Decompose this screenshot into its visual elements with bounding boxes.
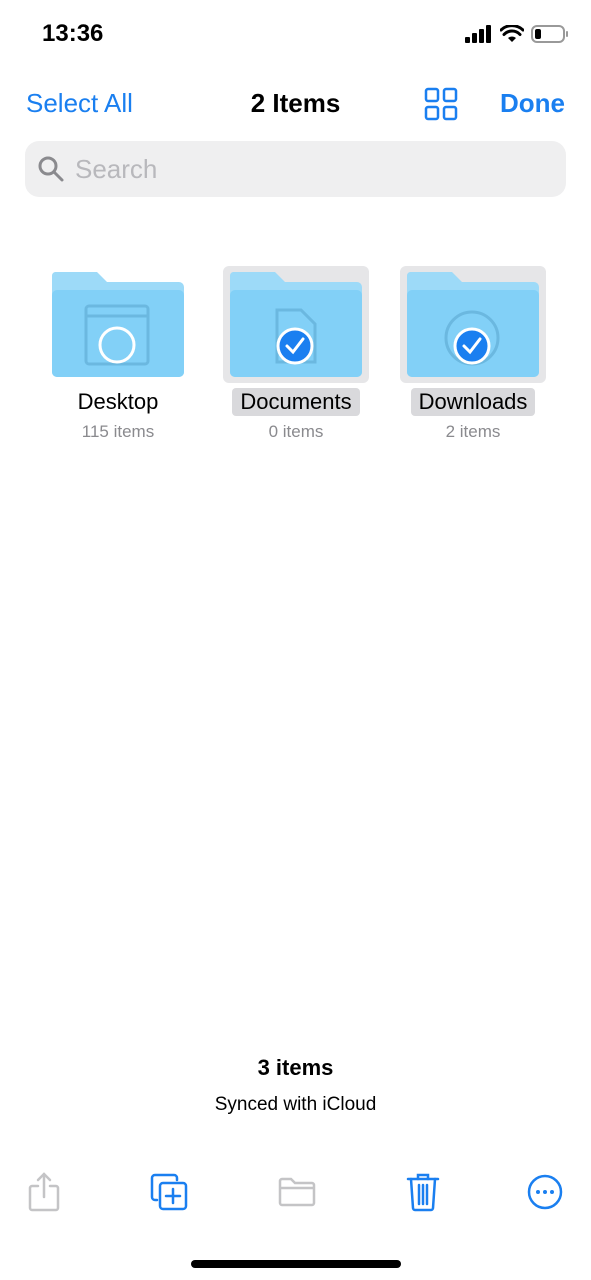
search-bar[interactable] (25, 141, 566, 197)
selection-check (276, 327, 314, 364)
sync-status: Synced with iCloud (214, 1094, 377, 1115)
battery-icon (531, 25, 568, 43)
status-icons (465, 24, 569, 44)
folder-name: Desktop (77, 389, 159, 414)
delete-button[interactable] (401, 1170, 445, 1214)
search-icon (38, 156, 64, 182)
folder-count: 115 items (81, 422, 155, 441)
done-button[interactable]: Done (500, 88, 565, 119)
home-indicator[interactable] (191, 1260, 401, 1268)
item-count: 3 items (257, 1055, 334, 1080)
folder-item-desktop[interactable]: Desktop 115 items (33, 266, 203, 442)
folder-count: 0 items (268, 422, 324, 441)
folder-name: Documents (232, 388, 360, 416)
more-icon (527, 1174, 563, 1210)
trash-icon (406, 1173, 440, 1212)
view-toggle-button[interactable] (424, 87, 458, 126)
grid-view-icon (424, 87, 458, 121)
status-time: 13:36 (42, 20, 104, 47)
folder-item-documents[interactable]: Documents 0 items (211, 266, 381, 442)
move-button[interactable] (275, 1170, 319, 1214)
folder-count: 2 items (445, 422, 501, 441)
folder-thumbnail[interactable] (223, 266, 369, 383)
selection-check (453, 327, 491, 364)
duplicate-button[interactable] (147, 1170, 191, 1214)
move-folder-icon (278, 1177, 316, 1207)
share-button[interactable] (22, 1170, 66, 1214)
downloads-folder-icon (406, 271, 539, 377)
duplicate-icon (150, 1173, 188, 1211)
more-button[interactable] (523, 1170, 567, 1214)
folder-thumbnail[interactable] (45, 266, 191, 383)
documents-folder-icon (229, 271, 362, 377)
desktop-folder-icon (51, 271, 184, 377)
cellular-signal-icon (465, 25, 491, 43)
folder-thumbnail[interactable] (400, 266, 546, 383)
share-icon (28, 1172, 60, 1212)
folder-name: Downloads (410, 388, 536, 416)
search-input[interactable] (73, 152, 527, 186)
wifi-icon (500, 25, 524, 42)
folder-item-downloads[interactable]: Downloads 2 items (388, 266, 558, 442)
